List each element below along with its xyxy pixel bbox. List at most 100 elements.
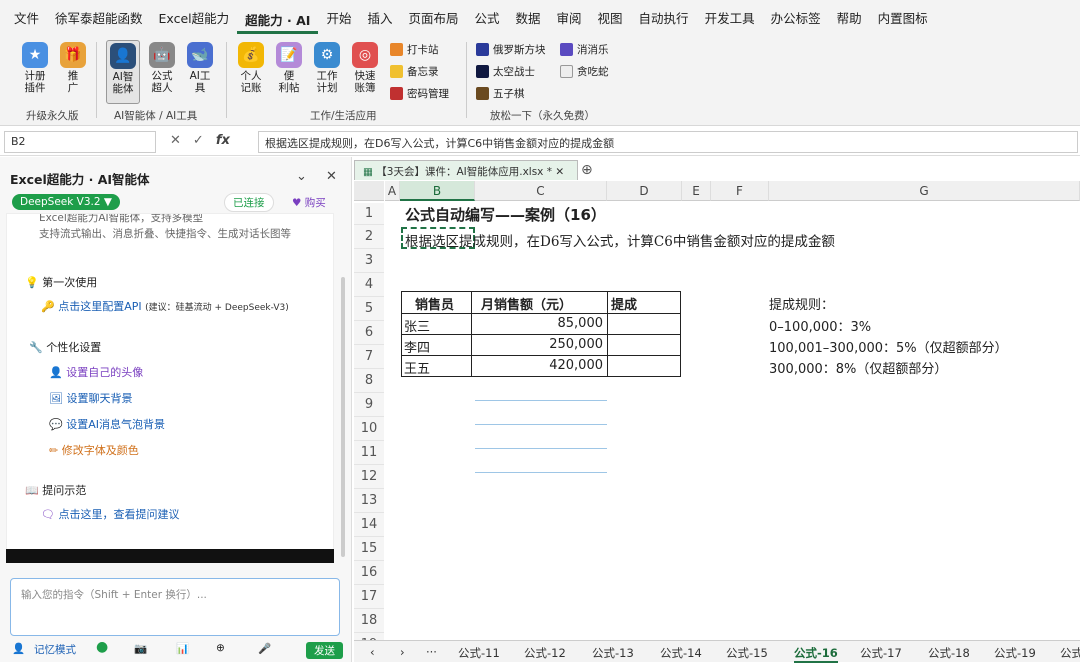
- menu-item[interactable]: 数据: [508, 0, 549, 38]
- column-header[interactable]: G: [769, 181, 1080, 201]
- sheet-tab[interactable]: 公式-14: [660, 645, 702, 661]
- row-header[interactable]: 16: [354, 561, 384, 585]
- punch-button[interactable]: 打卡站: [390, 42, 439, 57]
- row-header[interactable]: 5: [354, 297, 384, 321]
- match-button[interactable]: 消消乐: [560, 42, 609, 57]
- row-header[interactable]: 6: [354, 321, 384, 345]
- sheet-tab[interactable]: 公式-12: [524, 645, 566, 661]
- row-header[interactable]: 1: [354, 203, 384, 225]
- menu-item[interactable]: 办公标签: [763, 0, 829, 38]
- row-header[interactable]: 7: [354, 345, 384, 369]
- select-all-corner[interactable]: [354, 181, 384, 201]
- chevron-down-icon[interactable]: ⌄: [296, 169, 307, 184]
- row-header[interactable]: 4: [354, 273, 384, 297]
- column-header[interactable]: F: [711, 181, 769, 201]
- sheet-tab[interactable]: 公式-11: [458, 645, 500, 661]
- fx-icon[interactable]: fx: [216, 133, 230, 148]
- formula-input[interactable]: 根据选区提成规则，在D6写入公式，计算C6中销售金额对应的提成金额: [258, 131, 1078, 153]
- sheet-tab[interactable]: 公式-16: [794, 645, 838, 663]
- table-row[interactable]: 张三: [404, 316, 430, 335]
- ai-agent-button[interactable]: 👤 AI智 能体: [106, 40, 140, 104]
- add-icon[interactable]: ⊕: [216, 642, 225, 654]
- upgrade-button[interactable]: ★ 计册 插件: [18, 42, 52, 94]
- model-selector[interactable]: DeepSeek V3.2 ▼: [12, 194, 120, 210]
- space-button[interactable]: 太空战士: [476, 64, 535, 79]
- menu-item[interactable]: 超能力 · AI: [237, 4, 319, 34]
- row-header[interactable]: 9: [354, 393, 384, 417]
- snake-button[interactable]: 贪吃蛇: [560, 64, 609, 79]
- cancel-icon[interactable]: ✕: [170, 133, 181, 148]
- command-input[interactable]: 输入您的指令（Shift + Enter 换行）...: [10, 578, 340, 636]
- send-button[interactable]: 发送: [306, 642, 343, 659]
- ai-tools-button[interactable]: 🐋 AI工 具: [183, 42, 217, 94]
- menu-item[interactable]: 文件: [6, 0, 47, 38]
- confirm-icon[interactable]: ✓: [193, 133, 204, 148]
- row-header[interactable]: 3: [354, 249, 384, 273]
- column-header[interactable]: A: [385, 181, 400, 201]
- menu-item[interactable]: Excel超能力: [151, 0, 238, 38]
- panel-scrollbar[interactable]: [341, 277, 345, 557]
- table-row[interactable]: 王五: [404, 358, 430, 377]
- menu-item[interactable]: 徐军泰超能函数: [47, 0, 151, 38]
- work-plan-button[interactable]: ⚙ 工作 计划: [310, 42, 344, 94]
- row-header[interactable]: 10: [354, 417, 384, 441]
- gomoku-button[interactable]: 五子棋: [476, 86, 525, 101]
- sheet-tab[interactable]: 公式-13: [592, 645, 634, 661]
- set-bg-link[interactable]: 🖼 设置聊天背景: [49, 390, 132, 406]
- buy-link[interactable]: ♥ 购买: [292, 195, 326, 210]
- memory-mode-label[interactable]: 记忆模式: [34, 642, 76, 657]
- table-row[interactable]: 420,000: [481, 358, 603, 373]
- account-book-button[interactable]: ◎ 快速 账簿: [348, 42, 382, 94]
- worksheet-grid[interactable]: 公式自动编写——案例（16） 根据选区提成规则，在D6写入公式，计算C6中销售金…: [385, 201, 1080, 639]
- row-header[interactable]: 14: [354, 513, 384, 537]
- row-header[interactable]: 11: [354, 441, 384, 465]
- avatar-icon[interactable]: 👤: [12, 642, 25, 655]
- more-sheets-icon[interactable]: ···: [426, 645, 437, 659]
- row-header[interactable]: 12: [354, 465, 384, 489]
- set-avatar-link[interactable]: 👤 设置自己的头像: [49, 364, 143, 380]
- sheet-tab[interactable]: 公式-19: [994, 645, 1036, 661]
- menu-item[interactable]: 自动执行: [631, 0, 697, 38]
- row-header[interactable]: 17: [354, 585, 384, 609]
- menu-item[interactable]: 页面布局: [400, 0, 466, 38]
- row-header[interactable]: 2: [354, 225, 384, 249]
- set-bubble-link[interactable]: 💬 设置AI消息气泡背景: [49, 416, 165, 432]
- table-row[interactable]: 李四: [404, 337, 430, 356]
- row-header[interactable]: 13: [354, 489, 384, 513]
- column-header[interactable]: B: [400, 181, 475, 201]
- promo-button[interactable]: 🎁 推 广: [56, 42, 90, 94]
- menu-item[interactable]: 公式: [466, 0, 507, 38]
- next-sheet-icon[interactable]: ›: [400, 645, 405, 659]
- sheet-tab[interactable]: 公式: [1060, 645, 1080, 661]
- menu-item[interactable]: 开发工具: [697, 0, 763, 38]
- ask-link[interactable]: 🗨 点击这里，查看提问建议: [41, 506, 179, 522]
- sheet-tab[interactable]: 公式-15: [726, 645, 768, 661]
- microphone-icon[interactable]: 🎤: [258, 642, 271, 655]
- personal-account-button[interactable]: 💰 个人 记账: [234, 42, 268, 94]
- toggle-dot-icon[interactable]: ●: [96, 639, 108, 655]
- name-box[interactable]: B2: [4, 131, 156, 153]
- column-header[interactable]: C: [475, 181, 607, 201]
- table-row[interactable]: 85,000: [481, 316, 604, 331]
- column-header[interactable]: E: [682, 181, 711, 201]
- table-row[interactable]: 250,000: [481, 337, 603, 352]
- menu-item[interactable]: 内置图标: [870, 0, 936, 38]
- row-header[interactable]: 18: [354, 609, 384, 633]
- menu-item[interactable]: 视图: [590, 0, 631, 38]
- row-header[interactable]: 8: [354, 369, 384, 393]
- tetris-button[interactable]: 俄罗斯方块: [476, 42, 546, 57]
- menu-item[interactable]: 审阅: [549, 0, 590, 38]
- menu-item[interactable]: 帮助: [829, 0, 870, 38]
- memo-button[interactable]: 备忘录: [390, 64, 439, 79]
- prev-sheet-icon[interactable]: ‹: [370, 645, 375, 659]
- column-header[interactable]: D: [607, 181, 682, 201]
- menu-item[interactable]: 插入: [359, 0, 400, 38]
- password-button[interactable]: 密码管理: [390, 86, 449, 101]
- config-api-link[interactable]: 🔑 点击这里配置API (建议：硅基流动 + DeepSeek-V3): [41, 298, 289, 314]
- chart-icon[interactable]: 📊: [176, 642, 189, 655]
- menu-item[interactable]: 开始: [318, 0, 359, 38]
- close-tab-icon[interactable]: ✕: [555, 166, 564, 178]
- sheet-tab[interactable]: 公式-17: [860, 645, 902, 661]
- sticky-note-button[interactable]: 📝 便 利帖: [272, 42, 306, 94]
- close-icon[interactable]: ✕: [326, 169, 337, 184]
